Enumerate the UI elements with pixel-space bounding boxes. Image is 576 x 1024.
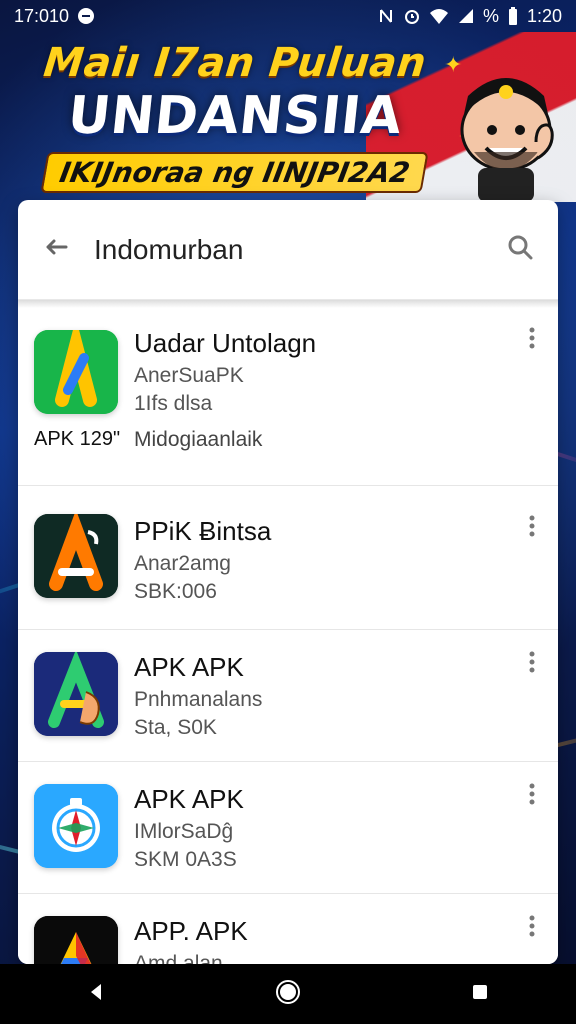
app-publisher: IMlorSaDĝ — [134, 820, 234, 843]
kebab-icon — [529, 783, 535, 810]
app-publisher: AnerSuaPK — [134, 364, 244, 387]
kebab-icon — [529, 915, 535, 942]
app-publisher: Pnhmanalans — [134, 688, 263, 711]
signal-icon — [457, 7, 475, 25]
banner-title: UNDANSIIA — [65, 86, 405, 146]
app-title: APK APK — [134, 784, 244, 814]
status-time: 17:010 — [14, 5, 70, 26]
kebab-icon — [529, 327, 535, 354]
list-item[interactable]: PPiK Ƀintsa Anar2amg SBK:006 — [18, 492, 558, 630]
battery-icon — [507, 6, 519, 26]
search-button[interactable] — [500, 230, 540, 270]
banner-headline: Maiı I7an Puluan — [41, 40, 429, 86]
more-options-button[interactable] — [518, 782, 546, 810]
app-version: APK 129" — [34, 428, 121, 450]
back-nav-icon — [85, 981, 107, 1008]
nav-back-button[interactable] — [64, 970, 128, 1018]
promo-banner[interactable]: ✦ ✦ ✦ Maiı I7an Puluan UNDANSIIA IKIJnor… — [0, 32, 576, 202]
back-button[interactable] — [36, 230, 76, 270]
recents-nav-icon — [469, 981, 491, 1008]
toolbar: Indomurban — [18, 200, 558, 300]
more-options-button[interactable] — [518, 326, 546, 354]
app-title: Uadar Untolagn — [134, 328, 317, 358]
notification-icon — [77, 7, 95, 25]
list-item[interactable]: Uadar Untolagn AnerSuaPK 1Ifs dlsa APK 1… — [18, 300, 558, 486]
app-info: SBK:006 — [134, 580, 217, 603]
mute-icon — [377, 7, 395, 25]
more-options-button[interactable] — [518, 914, 546, 942]
app-icon-drive — [34, 916, 118, 964]
home-nav-icon — [275, 979, 301, 1010]
banner-subtitle: IKIJnoraa ng IINJPI2A2 — [40, 152, 430, 193]
more-options-button[interactable] — [518, 514, 546, 542]
system-navigation-bar — [0, 964, 576, 1024]
wifi-icon — [429, 7, 449, 25]
kebab-icon — [529, 651, 535, 678]
search-icon — [506, 233, 534, 266]
more-options-button[interactable] — [518, 650, 546, 678]
app-title: APK APK — [134, 652, 244, 682]
mascot-illustration — [446, 60, 566, 202]
app-publisher: Anar2amg — [134, 552, 231, 575]
status-clock-right: 1:20 — [526, 5, 562, 26]
kebab-icon — [529, 515, 535, 542]
app-title: PPiK Ƀintsa — [134, 516, 272, 546]
app-icon-compass — [34, 784, 118, 868]
toolbar-divider — [18, 300, 558, 308]
app-category: Midogiaanlaik — [134, 428, 263, 451]
app-info: Sta, S0K — [134, 716, 217, 739]
status-right: % 1:20 — [377, 6, 562, 27]
app-results-list[interactable]: Uadar Untolagn AnerSuaPK 1Ifs dlsa APK 1… — [18, 300, 558, 964]
app-icon-dark-a — [34, 514, 118, 598]
battery-text: % — [482, 5, 499, 26]
app-info: 1Ifs dlsa — [134, 392, 213, 415]
list-item[interactable]: APP. APK Amd alan — [18, 894, 558, 964]
nav-home-button[interactable] — [256, 970, 320, 1018]
app-icon-hand-a — [34, 652, 118, 736]
alarm-icon — [403, 7, 421, 25]
list-item[interactable]: APK APK Pnhmanalans Sta, S0K — [18, 630, 558, 762]
nav-recents-button[interactable] — [448, 970, 512, 1018]
app-publisher: Amd alan — [134, 952, 223, 964]
status-bar: 17:010 % 1:20 — [0, 0, 576, 32]
app-search-card: Indomurban Uadar Untolagn AnerSuaPK 1Ifs… — [18, 200, 558, 964]
app-info: SKM 0A3S — [134, 848, 237, 871]
app-title: APP. APK — [134, 916, 248, 946]
arrow-left-icon — [42, 233, 70, 266]
banner-text: Maiı I7an Puluan UNDANSIIA IKIJnoraa ng … — [0, 40, 470, 193]
app-icon-green-a — [34, 330, 118, 414]
search-query[interactable]: Indomurban — [94, 234, 500, 266]
list-item[interactable]: APK APK IMlorSaDĝ SKM 0A3S — [18, 762, 558, 894]
status-left: 17:010 — [14, 6, 95, 27]
